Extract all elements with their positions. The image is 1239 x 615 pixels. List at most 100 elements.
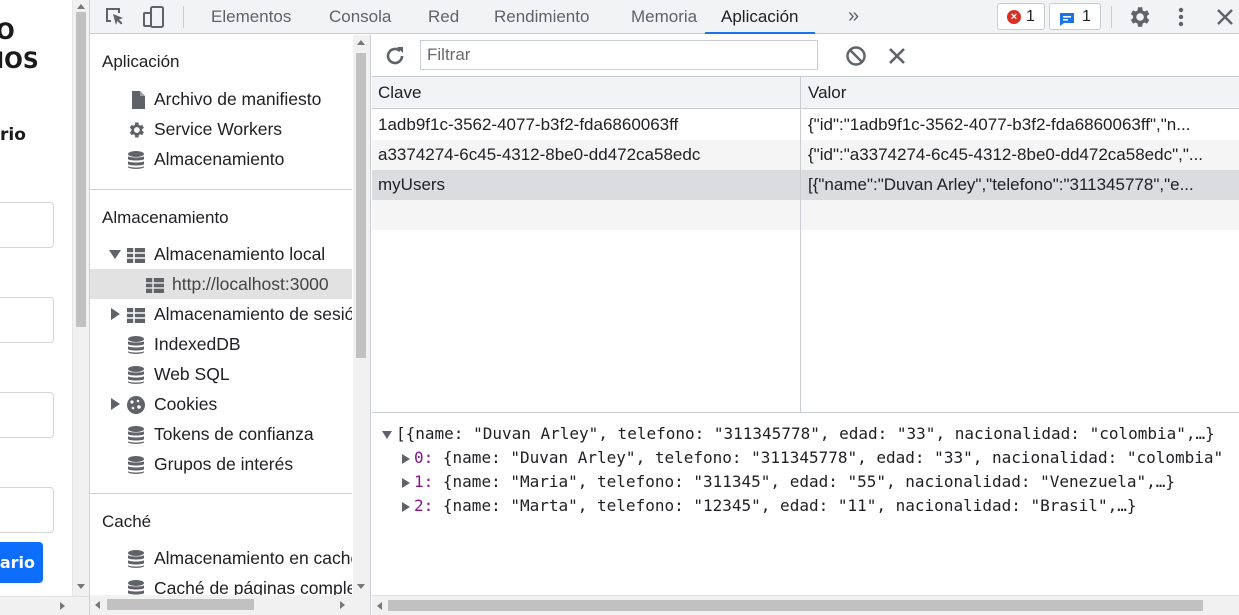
sidebar-section-aplicacion: Aplicación xyxy=(102,52,180,71)
device-toolbar-icon[interactable] xyxy=(141,4,167,30)
row-key[interactable]: a3374274-6c45-4312-8be0-dd472ca58edc xyxy=(372,140,800,170)
table-row-selected[interactable]: myUsers [{"name":"Duvan Arley","telefono… xyxy=(372,170,1239,200)
tab-rendimiento[interactable]: Rendimiento xyxy=(494,0,589,34)
expand-arrow-icon[interactable] xyxy=(402,477,410,488)
expand-arrow-icon[interactable] xyxy=(111,308,120,320)
row-value[interactable]: {"id":"1adb9f1c-3562-4077-b3f2-fda686006… xyxy=(802,110,1216,140)
row-key[interactable]: myUsers xyxy=(372,170,800,200)
sidebar-hscroll-thumb[interactable] xyxy=(107,599,254,610)
tab-consola[interactable]: Consola xyxy=(329,0,391,34)
sidebar-item-web-sql[interactable]: Web SQL xyxy=(90,359,352,389)
row-value[interactable]: {"id":"a3374274-6c45-4312-8be0-dd472ca58… xyxy=(802,140,1216,170)
sidebar-item-local-storage[interactable]: Almacenamiento local xyxy=(90,239,352,269)
gear-icon xyxy=(126,119,146,139)
devtools-toolbar: Elementos Consola Red Rendimiento Memori… xyxy=(90,0,1239,34)
collapse-arrow-icon[interactable] xyxy=(382,430,392,439)
sidebar-scroll-thumb[interactable] xyxy=(356,53,366,358)
preview-item[interactable]: 2: {name: "Marta", telefono: "12345", ed… xyxy=(402,494,1136,518)
sidebar-item-back-forward-cache[interactable]: Caché de páginas completas xyxy=(90,573,352,595)
tab-memoria[interactable]: Memoria xyxy=(631,0,697,34)
sidebar-horizontal-scrollbar[interactable] xyxy=(90,595,371,615)
expand-arrow-icon[interactable] xyxy=(402,453,410,464)
table-icon xyxy=(126,304,146,324)
expand-arrow-icon[interactable] xyxy=(109,250,121,259)
scroll-left-icon[interactable] xyxy=(95,601,100,609)
sidebar-item-label: Almacenamiento de sesión xyxy=(154,304,352,324)
scroll-down-icon[interactable] xyxy=(357,584,365,589)
scroll-right-icon[interactable] xyxy=(60,602,65,610)
sidebar-item-session-storage[interactable]: Almacenamiento de sesión xyxy=(90,299,352,329)
table-icon xyxy=(145,274,165,294)
preview-item[interactable]: 1: {name: "Maria", telefono: "311345", e… xyxy=(402,470,1175,494)
error-badge[interactable]: × 1 xyxy=(997,3,1045,30)
database-icon xyxy=(126,454,146,474)
toolbar-separator xyxy=(1111,6,1112,28)
clear-all-icon[interactable] xyxy=(845,45,867,72)
local-storage-panel: Clave Valor 1adb9f1c-3562-4077-b3f2-fda6… xyxy=(372,35,1239,615)
sidebar-item-indexeddb[interactable]: IndexedDB xyxy=(90,329,352,359)
page-input-3[interactable] xyxy=(0,392,54,438)
delete-selected-icon[interactable] xyxy=(887,46,907,71)
table-row[interactable]: 1adb9f1c-3562-4077-b3f2-fda6860063ff {"i… xyxy=(372,110,1239,140)
inspect-element-icon[interactable] xyxy=(102,4,128,30)
page-input-1[interactable] xyxy=(0,202,54,248)
messages-badge[interactable]: 1 xyxy=(1049,3,1101,30)
column-header-key[interactable]: Clave xyxy=(372,78,800,108)
expand-arrow-icon[interactable] xyxy=(402,501,410,512)
tab-red[interactable]: Red xyxy=(428,0,459,34)
sidebar-item-label: Web SQL xyxy=(154,364,230,384)
sidebar-item-label: Archivo de manifiesto xyxy=(154,89,322,109)
preview-hscroll-thumb[interactable] xyxy=(388,600,1203,611)
preview-root[interactable]: [{name: "Duvan Arley", telefono: "311345… xyxy=(382,422,1215,446)
database-icon xyxy=(126,334,146,354)
column-divider[interactable] xyxy=(800,77,801,413)
file-icon xyxy=(128,89,148,109)
table-row[interactable]: a3374274-6c45-4312-8be0-dd472ca58edc {"i… xyxy=(372,140,1239,170)
scroll-up-icon[interactable] xyxy=(357,40,365,45)
sidebar-item-label: Almacenamiento en caché xyxy=(154,548,352,568)
sidebar-section-almacenamiento: Almacenamiento xyxy=(102,208,229,227)
preview-horizontal-scrollbar[interactable] xyxy=(372,595,1239,615)
page-horizontal-scrollbar[interactable] xyxy=(0,596,89,615)
page-submit-button[interactable]: ario xyxy=(0,542,43,583)
page-scroll-thumb[interactable] xyxy=(76,12,86,327)
page-vertical-scrollbar[interactable] xyxy=(72,0,89,598)
page-viewport: O IOS rio ario xyxy=(0,0,72,615)
sidebar-item-cache-storage[interactable]: Almacenamiento en caché xyxy=(90,543,352,573)
expand-arrow-icon[interactable] xyxy=(111,398,120,410)
row-value[interactable]: [{"name":"Duvan Arley","telefono":"31134… xyxy=(802,170,1216,200)
sidebar-item-interest-groups[interactable]: Grupos de interés xyxy=(90,449,352,479)
settings-gear-icon[interactable] xyxy=(1126,4,1152,30)
tab-aplicacion[interactable]: Aplicación xyxy=(705,0,815,34)
more-options-icon[interactable] xyxy=(1168,4,1194,30)
sidebar-item-label: Tokens de confianza xyxy=(154,424,314,444)
page-heading-partial: O IOS xyxy=(0,20,39,74)
preview-item[interactable]: 0: {name: "Duvan Arley", telefono: "3113… xyxy=(402,446,1223,470)
sidebar-item-localhost-3000[interactable]: http://localhost:3000 xyxy=(90,269,352,299)
scroll-left-icon[interactable] xyxy=(377,602,382,610)
scroll-up-icon[interactable] xyxy=(77,4,85,9)
sidebar-item-trust-tokens[interactable]: Tokens de confianza xyxy=(90,419,352,449)
sidebar-item-cookies[interactable]: Cookies xyxy=(90,389,352,419)
value-preview-pane: [{name: "Duvan Arley", telefono: "311345… xyxy=(372,414,1239,595)
key-value-table: Clave Valor 1adb9f1c-3562-4077-b3f2-fda6… xyxy=(372,77,1239,413)
page-input-2[interactable] xyxy=(0,297,54,343)
sidebar-vertical-scrollbar[interactable] xyxy=(353,35,370,595)
close-devtools-icon[interactable] xyxy=(1212,4,1238,30)
preview-item-index: 0: xyxy=(414,448,434,467)
filter-input[interactable] xyxy=(420,40,818,70)
scroll-down-icon[interactable] xyxy=(77,584,85,589)
more-tabs-button[interactable]: » xyxy=(848,0,859,34)
table-header: Clave Valor xyxy=(372,77,1239,109)
column-header-value[interactable]: Valor xyxy=(802,78,1239,108)
page-input-4[interactable] xyxy=(0,487,54,533)
tab-elementos[interactable]: Elementos xyxy=(211,0,291,34)
sidebar-item-manifest[interactable]: Archivo de manifiesto xyxy=(90,84,352,114)
refresh-icon[interactable] xyxy=(383,44,407,73)
sidebar-item-service-workers[interactable]: Service Workers xyxy=(90,114,352,144)
preview-item-index: 1: xyxy=(414,472,434,491)
sidebar-item-storage-overview[interactable]: Almacenamiento xyxy=(90,144,352,174)
row-key[interactable]: 1adb9f1c-3562-4077-b3f2-fda6860063ff xyxy=(372,110,800,140)
scroll-right-icon[interactable] xyxy=(340,601,345,609)
table-row-empty[interactable] xyxy=(372,200,1239,230)
